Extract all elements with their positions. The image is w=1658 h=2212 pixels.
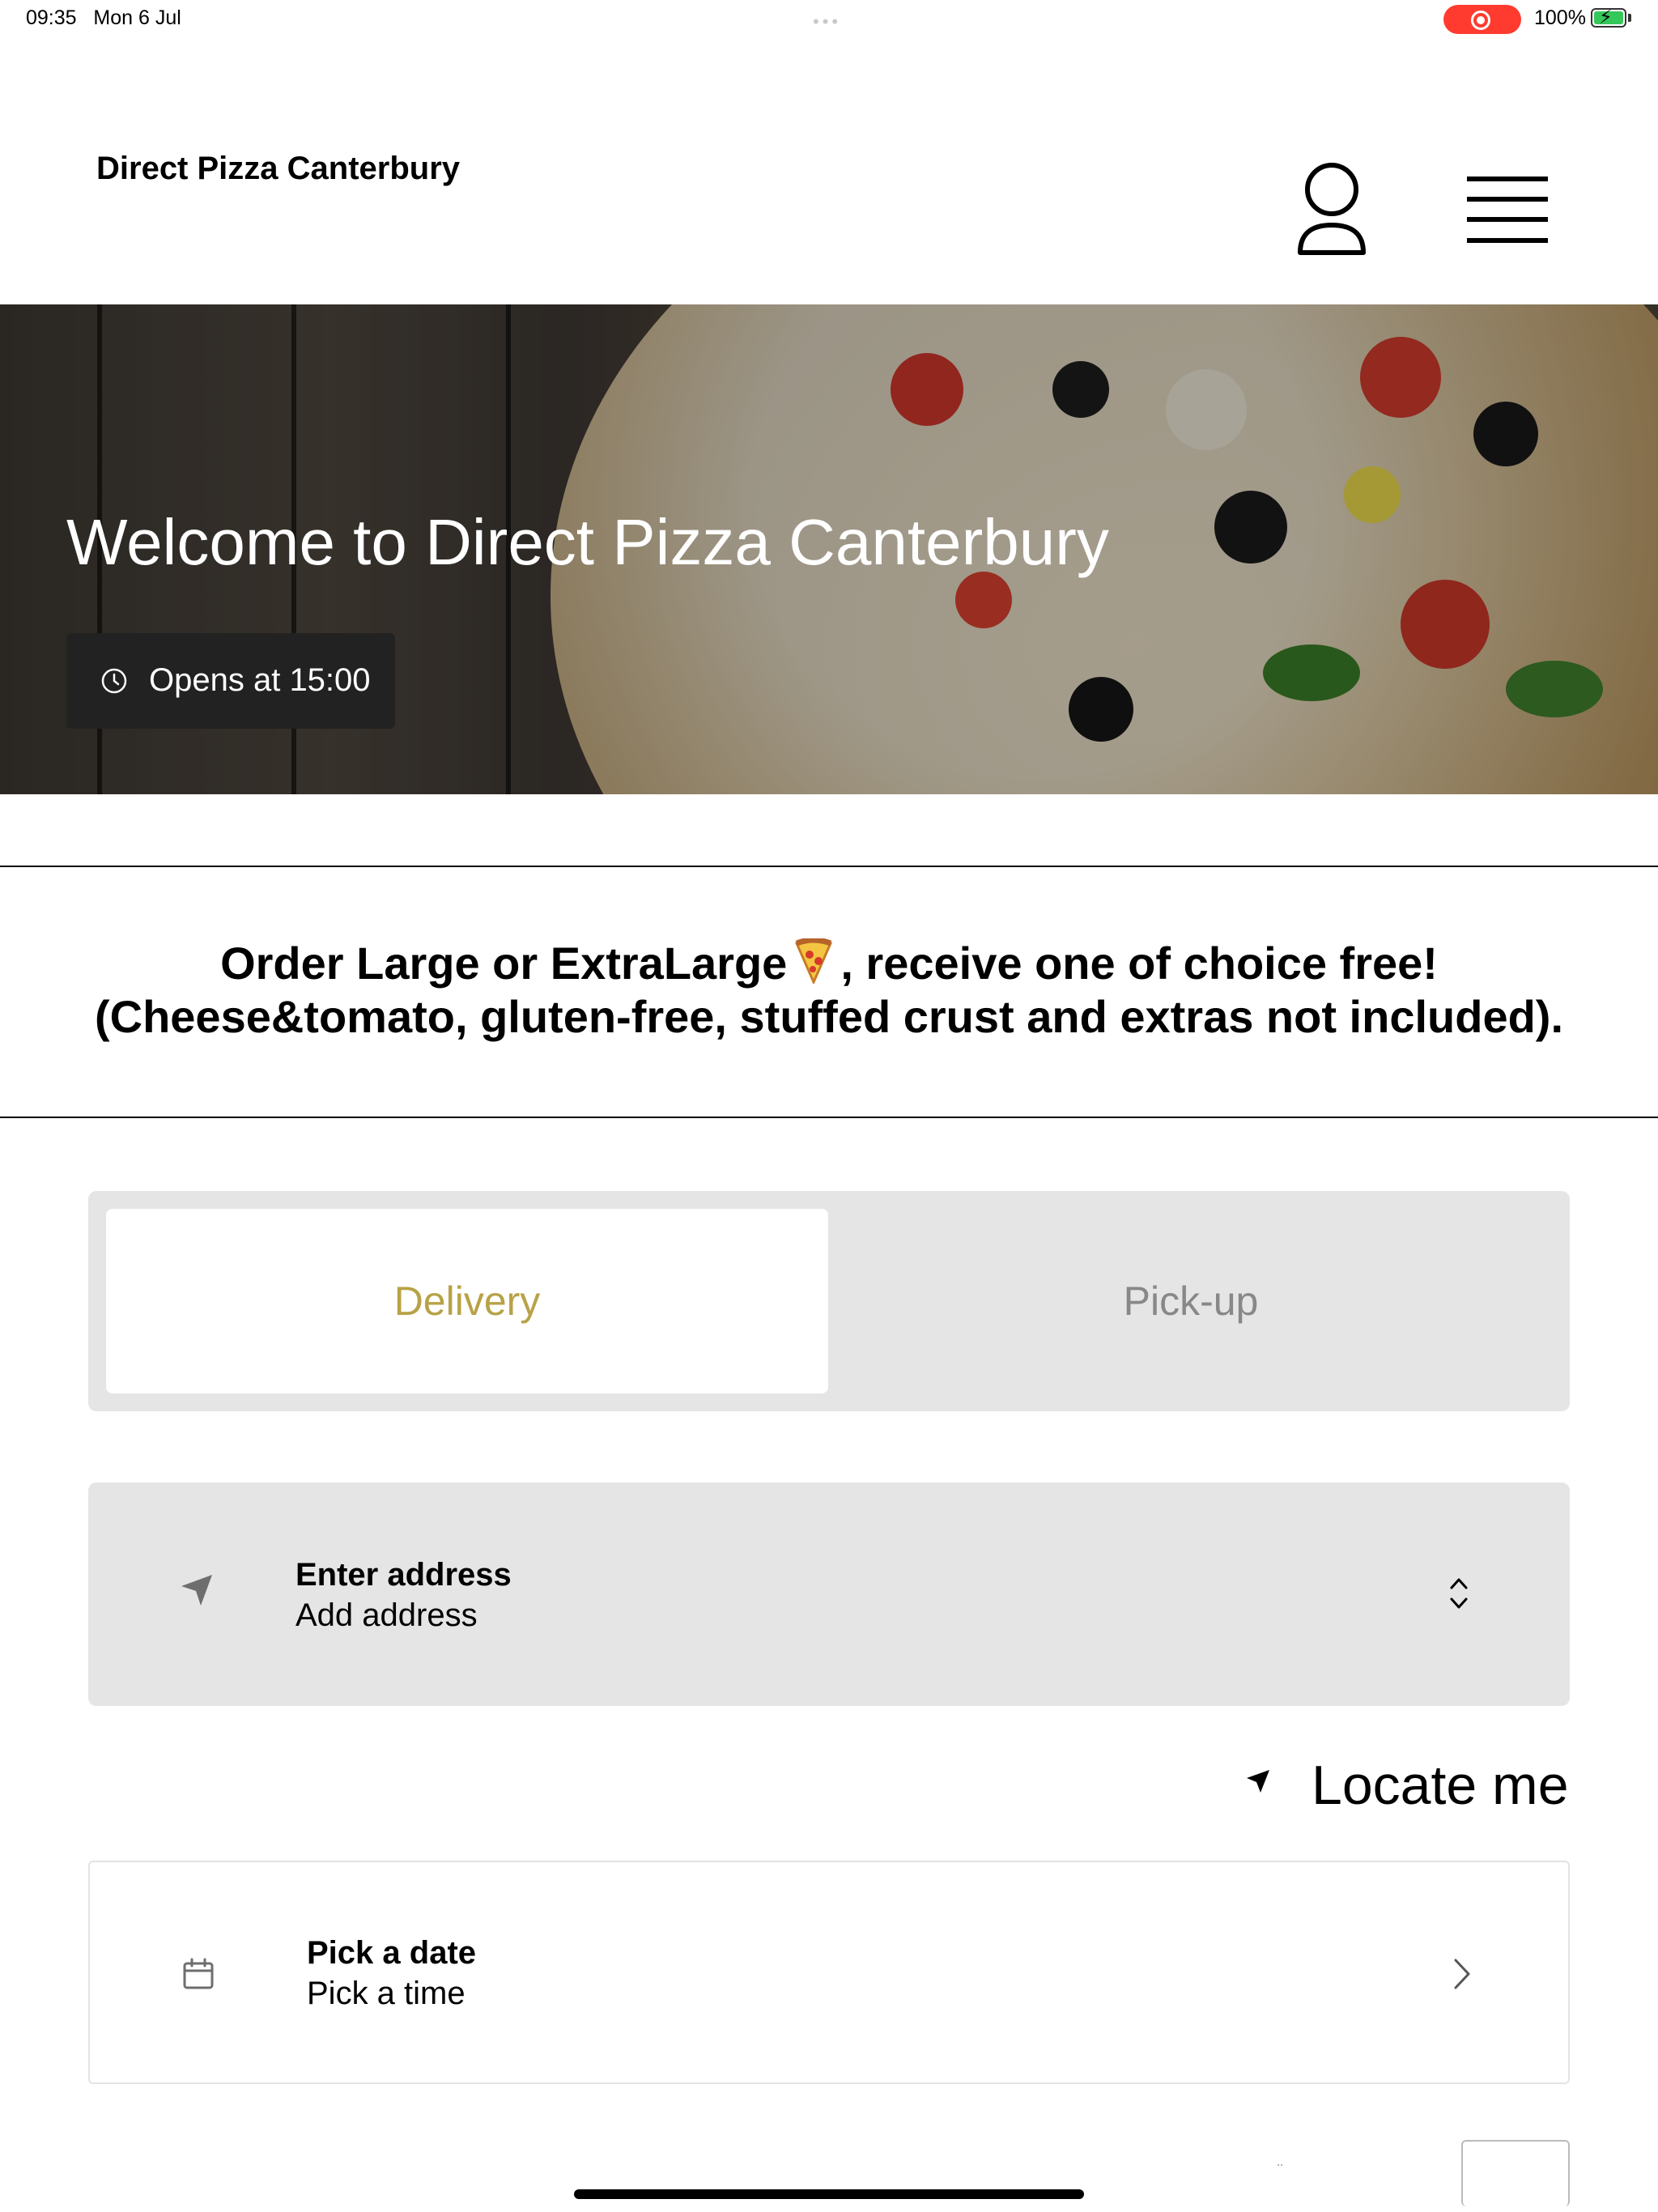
hero-banner: Welcome to Direct Pizza Canterbury Opens…: [0, 304, 1658, 794]
status-time: 09:35 Mon 6 Jul: [26, 6, 181, 29]
opens-at-text: Opens at 15:00: [149, 662, 371, 698]
address-subtitle: Add address: [295, 1597, 478, 1633]
partial-indicator: ¨: [1278, 2162, 1283, 2180]
promo-line-2: (Cheese&tomato, gluten-free, stuffed cru…: [94, 991, 1563, 1042]
home-indicator[interactable]: [574, 2189, 1084, 2199]
battery-percentage: 100%: [1534, 6, 1586, 29]
hero-title: Welcome to Direct Pizza Canterbury: [66, 506, 1109, 578]
site-header: Direct Pizza Canterbury: [0, 39, 1658, 304]
locate-me-button[interactable]: Locate me: [1239, 1749, 1571, 1822]
brand-name[interactable]: Direct Pizza Canterbury: [96, 151, 460, 187]
charging-bolt-icon: ⚡: [1599, 6, 1613, 28]
status-bar: 09:35 Mon 6 Jul ••• 100% ⚡: [0, 0, 1658, 39]
location-arrow-icon: [1247, 1770, 1269, 1793]
tab-pickup[interactable]: Pick-up: [830, 1209, 1552, 1393]
user-icon[interactable]: [1295, 162, 1368, 257]
pick-date-title: Pick a date: [307, 1935, 477, 1971]
calendar-icon: [183, 1958, 214, 1989]
date-time-picker[interactable]: Pick a date Pick a time: [88, 1861, 1570, 2084]
record-icon: [1471, 11, 1490, 30]
chevron-right-icon: [1454, 1959, 1470, 1989]
clock-icon: [101, 668, 127, 694]
locate-me-label: Locate me: [1312, 1755, 1569, 1816]
promo-line-1: Order Large or ExtraLarge, receive one o…: [220, 937, 1438, 989]
multitasking-dots[interactable]: •••: [813, 11, 841, 32]
opening-hours-badge: Opens at 15:00: [66, 633, 395, 729]
address-title: Enter address: [295, 1557, 512, 1593]
location-arrow-icon: [181, 1575, 212, 1606]
chevron-up-down-icon: [1450, 1578, 1468, 1609]
battery-cap: [1628, 14, 1631, 22]
pizza-emoji-icon: [793, 937, 834, 985]
promo-banner: Order Large or ExtraLarge, receive one o…: [0, 866, 1658, 1118]
tab-delivery[interactable]: Delivery: [106, 1209, 828, 1393]
menu-icon[interactable]: [1467, 175, 1548, 245]
address-selector[interactable]: Enter address Add address: [88, 1482, 1570, 1706]
pick-time-subtitle: Pick a time: [307, 1976, 466, 2011]
order-mode-toggle: Delivery Pick-up: [88, 1191, 1570, 1411]
partial-button[interactable]: [1461, 2140, 1570, 2206]
screen-recording-indicator[interactable]: [1443, 5, 1521, 34]
